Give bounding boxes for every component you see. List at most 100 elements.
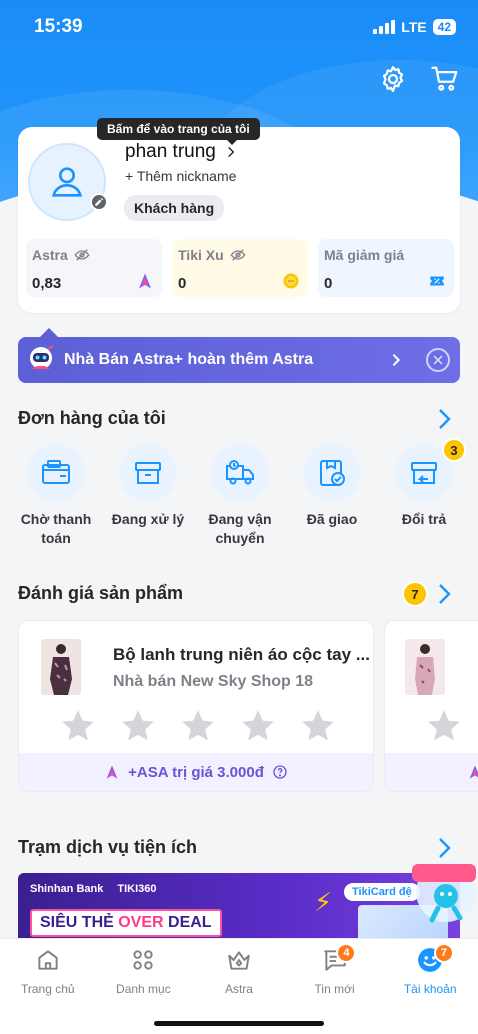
order-returns[interactable]: Đổi trả 3 xyxy=(378,438,470,548)
promo-text: Nhà Bán Astra+ hoàn thêm Astra xyxy=(64,351,314,368)
reviews-title: Đánh giá sản phẩm xyxy=(18,583,184,603)
signal-icon xyxy=(373,20,396,34)
rating-stars[interactable] xyxy=(59,707,337,745)
pencil-icon[interactable] xyxy=(90,193,108,211)
profile-name: phan trung xyxy=(125,141,216,162)
wallet-value: 0 xyxy=(178,275,187,292)
tab-label: Trang chủ xyxy=(21,982,75,996)
star-icon[interactable] xyxy=(299,707,337,745)
star-icon[interactable] xyxy=(425,707,463,745)
orders-chevron-icon[interactable] xyxy=(436,408,452,430)
status-time: 15:39 xyxy=(34,16,83,37)
eye-off-icon[interactable] xyxy=(230,247,246,263)
tiki360-logo: TIKI360 xyxy=(117,883,157,895)
astra-icon xyxy=(139,273,151,289)
review-reward xyxy=(385,753,478,791)
order-shipping[interactable]: Đang vận chuyển xyxy=(194,444,286,548)
home-icon xyxy=(38,950,58,970)
return-icon xyxy=(411,462,437,484)
news-count-badge: 4 xyxy=(336,943,357,963)
status-bar: 15:39 LTE 42 xyxy=(0,16,478,44)
review-card[interactable]: Bộ lanh trung niên áo cộc tay ... Nhà bá… xyxy=(18,620,374,792)
profile-name-link[interactable]: phan trung xyxy=(125,141,238,163)
profile-card: phan trung + Thêm nickname Khách hàng As… xyxy=(18,127,460,313)
reward-text: +ASA trị giá 3.000đ xyxy=(128,763,264,781)
tab-label: Tin mới xyxy=(314,982,355,996)
add-nickname-link[interactable]: + Thêm nickname xyxy=(125,168,236,184)
wallet-icon xyxy=(42,460,70,484)
order-delivered[interactable]: Đã giao xyxy=(286,444,378,548)
grid-icon xyxy=(133,950,154,970)
user-icon xyxy=(51,167,83,197)
wallet-coupon[interactable]: Mã giảm giá 0 xyxy=(318,239,454,297)
account-screen: 15:39 LTE 42 Bấm để vào trang của tôi ph… xyxy=(0,0,478,1034)
reviews-chevron-icon[interactable] xyxy=(436,583,452,605)
star-icon[interactable] xyxy=(59,707,97,745)
gear-icon[interactable] xyxy=(378,64,408,99)
chat-mascot-icon xyxy=(412,862,476,923)
cart-icon[interactable] xyxy=(430,64,460,99)
order-label: Đổi trả xyxy=(401,511,447,527)
wallet-label: Tiki Xu xyxy=(178,247,224,263)
close-icon[interactable] xyxy=(426,348,450,372)
order-status-row: Chờ thanh toán Đang xử lý Đang vận chuyể… xyxy=(10,438,470,548)
delivered-box-icon xyxy=(320,460,345,486)
lightning-icon: ⚡ xyxy=(314,887,333,917)
product-name: Bộ lanh trung niên áo cộc tay ... xyxy=(113,645,370,664)
order-label: Đã giao xyxy=(306,511,358,527)
wallet-value: 0 xyxy=(324,275,333,292)
reviews-count-badge: 7 xyxy=(402,581,428,607)
crown-icon xyxy=(228,951,250,970)
tab-home[interactable]: Trang chủ xyxy=(0,939,96,1001)
help-icon[interactable] xyxy=(272,764,288,780)
box-icon xyxy=(135,462,161,484)
network-label: LTE xyxy=(401,19,427,35)
eye-off-icon[interactable] xyxy=(74,247,90,263)
star-icon[interactable] xyxy=(239,707,277,745)
order-label: Đang vận chuyển xyxy=(208,511,272,546)
battery-icon: 42 xyxy=(432,19,456,35)
order-label: Đang xử lý xyxy=(111,511,185,527)
shop-name: Nhà bán New Sky Shop 18 xyxy=(113,673,314,690)
orders-title: Đơn hàng của tôi xyxy=(18,408,166,428)
chat-with-tiki-button[interactable] xyxy=(410,852,478,928)
profile-tooltip: Bấm để vào trang của tôi xyxy=(97,118,260,145)
tab-account[interactable]: Tài khoản 7 xyxy=(382,939,478,1001)
wallet-tiki-xu[interactable]: Tiki Xu 0 xyxy=(172,239,308,297)
shinhan-logo: Shinhan Bank xyxy=(30,883,104,895)
tab-news[interactable]: Tin mới 4 xyxy=(287,939,383,1001)
tab-astra[interactable]: Astra xyxy=(191,939,287,1001)
order-pending-payment[interactable]: Chờ thanh toán xyxy=(10,444,102,548)
chevron-right-icon xyxy=(392,353,401,367)
review-reward: +ASA trị giá 3.000đ xyxy=(19,753,373,791)
returns-count-badge: 3 xyxy=(442,438,466,462)
member-badge: Khách hàng xyxy=(124,195,225,221)
tab-label: Astra xyxy=(224,982,253,996)
coupon-icon xyxy=(430,276,444,286)
services-banner[interactable]: Shinhan Bank TIKI360 SIÊU THẺ OVER DEAL … xyxy=(18,873,460,943)
bottom-tab-bar: Trang chủ Danh mục Astra Tin mới 4 Tài k… xyxy=(0,938,478,1034)
order-label: Chờ thanh toán xyxy=(20,511,92,546)
tab-label: Danh mục xyxy=(116,982,171,996)
account-count-badge: 7 xyxy=(433,943,454,963)
services-title: Trạm dịch vụ tiện ích xyxy=(18,837,198,857)
product-thumbnail xyxy=(405,639,445,695)
wallet-astra[interactable]: Astra 0,83 xyxy=(26,239,162,297)
review-card-next[interactable] xyxy=(384,620,478,792)
tab-categories[interactable]: Danh mục xyxy=(96,939,192,1001)
coin-icon xyxy=(283,273,299,289)
product-thumbnail xyxy=(41,639,81,695)
order-processing[interactable]: Đang xử lý xyxy=(102,444,194,548)
banner-headline: SIÊU THẺ OVER DEAL xyxy=(30,909,222,937)
astra-icon xyxy=(106,765,118,779)
wallet-value: 0,83 xyxy=(32,275,62,292)
truck-icon xyxy=(226,460,254,485)
star-icon[interactable] xyxy=(119,707,157,745)
wallet-label: Astra xyxy=(32,247,68,263)
tab-label: Tài khoản xyxy=(403,982,457,996)
wallet-label: Mã giảm giá xyxy=(324,247,405,263)
star-icon[interactable] xyxy=(179,707,217,745)
astra-icon xyxy=(469,765,478,779)
astra-promo-banner[interactable]: Nhà Bán Astra+ hoàn thêm Astra xyxy=(18,328,460,383)
rating-stars[interactable] xyxy=(425,707,463,745)
